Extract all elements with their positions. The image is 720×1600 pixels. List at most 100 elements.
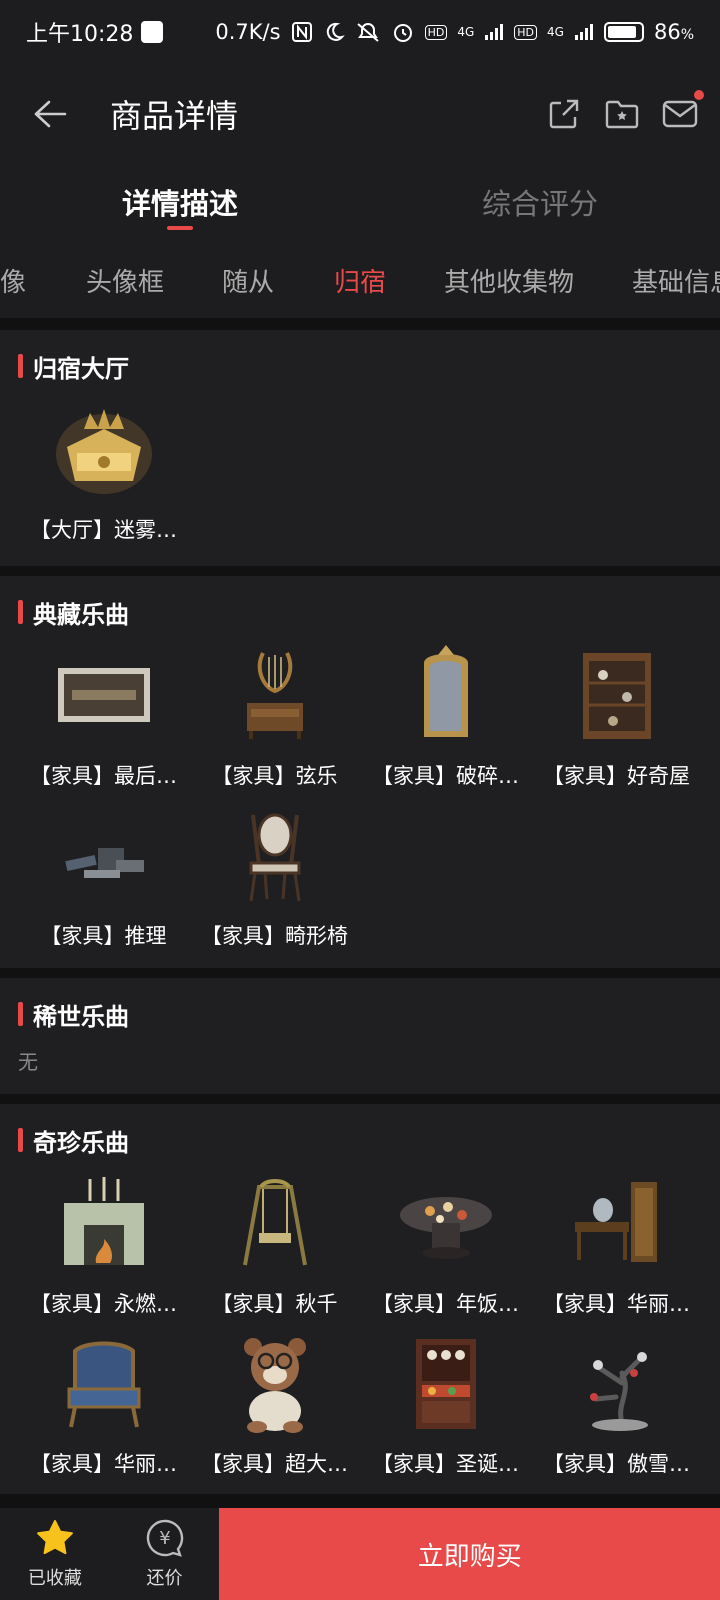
plum-tree-icon <box>562 1328 672 1438</box>
item-banquet[interactable]: 【家具】年饭… <box>360 1168 531 1328</box>
swing-icon <box>220 1168 330 1278</box>
section-title-text: 典藏乐曲 <box>33 600 129 629</box>
section-title-text: 稀世乐曲 <box>33 1002 129 1031</box>
banquet-table-icon <box>391 1168 501 1278</box>
tab-details[interactable]: 详情描述 <box>0 164 360 240</box>
item-xmas-cabinet[interactable]: 【家具】圣诞… <box>360 1328 531 1488</box>
favorite-label: 已收藏 <box>27 1568 82 1589</box>
share-icon <box>549 99 579 129</box>
moon-icon <box>323 21 345 43</box>
section-hall: 归宿大厅 【大厅】迷雾… <box>0 330 720 566</box>
signal-icon-2 <box>574 23 594 41</box>
item-books[interactable]: 【家具】推理 <box>18 800 189 960</box>
net-speed: 0.7K/s <box>215 20 281 44</box>
category-tabs: 像 头像框 随从 归宿 其他收集物 基础信息 <box>0 240 720 318</box>
item-lyre[interactable]: 【家具】弦乐 <box>189 640 360 800</box>
back-button[interactable] <box>20 84 80 144</box>
app-bar: 商品详情 <box>0 64 720 164</box>
unread-dot <box>694 90 704 100</box>
bargain-symbol: ¥ <box>159 1528 170 1549</box>
empty-text: 无 <box>18 1050 38 1074</box>
item-label: 【家具】畸形椅 <box>201 924 348 948</box>
lyre-cabinet-icon <box>220 640 330 750</box>
item-swing[interactable]: 【家具】秋千 <box>189 1168 360 1328</box>
golden-hall-icon <box>49 394 159 504</box>
item-label: 【家具】破碎… <box>372 764 519 788</box>
mirror-icon <box>391 640 501 750</box>
content-area: 归宿大厅 【大厅】迷雾… 典藏乐曲 【家具】最后… 【家具】弦乐 【家具】破碎…… <box>0 330 720 1504</box>
section-title: 奇珍乐曲 <box>18 1122 702 1158</box>
buy-now-button[interactable]: 立即购买 <box>219 1508 720 1600</box>
tab-rating[interactable]: 综合评分 <box>360 164 720 240</box>
nfc-icon <box>291 21 313 43</box>
item-vanity[interactable]: 【家具】华丽… <box>531 1168 702 1328</box>
item-label: 【家具】好奇屋 <box>543 764 690 788</box>
books-icon <box>49 800 159 910</box>
item-label: 【家具】华丽… <box>543 1292 690 1316</box>
item-label: 【家具】永燃… <box>30 1292 177 1316</box>
alarm-icon <box>391 20 415 44</box>
hd-badge: HD <box>424 24 448 40</box>
section-marker <box>18 354 23 378</box>
share-button[interactable] <box>544 94 584 134</box>
section-title: 归宿大厅 <box>18 348 702 384</box>
item-label: 【家具】秋千 <box>211 1292 338 1316</box>
notification-icon <box>141 21 164 43</box>
item-painting[interactable]: 【家具】最后… <box>18 640 189 800</box>
odd-chair-icon <box>220 800 330 910</box>
bear-plush-icon <box>220 1328 330 1438</box>
item-label: 【家具】推理 <box>40 924 167 948</box>
section-title-text: 奇珍乐曲 <box>33 1128 129 1157</box>
hd-badge-2: HD <box>514 24 538 40</box>
subtab-collectibles[interactable]: 其他收集物 <box>444 262 574 299</box>
page-title: 商品详情 <box>110 97 239 135</box>
subtab-avatar[interactable]: 像 <box>0 262 26 299</box>
section-rare: 稀世乐曲 无 <box>0 978 720 1094</box>
bargain-bubble-icon: ¥ <box>146 1519 183 1557</box>
subtab-residence[interactable]: 归宿 <box>334 262 386 299</box>
subtab-basic-info[interactable]: 基础信息 <box>632 262 720 299</box>
subtab-follower[interactable]: 随从 <box>222 262 274 299</box>
subtab-avatar-frame[interactable]: 头像框 <box>86 262 164 299</box>
item-bear[interactable]: 【家具】超大… <box>189 1328 360 1488</box>
section-exotic: 奇珍乐曲 【家具】永燃… 【家具】秋千 【家具】年饭… 【家具】华丽… 【家具】… <box>0 1104 720 1494</box>
folder-star-icon <box>605 100 639 129</box>
vanity-set-icon <box>562 1168 672 1278</box>
battery-value: 86 <box>653 20 681 44</box>
item-label: 【家具】年饭… <box>372 1292 519 1316</box>
item-label: 【家具】超大… <box>201 1452 348 1476</box>
christmas-cabinet-icon <box>391 1328 501 1438</box>
status-bar: 上午10:28 0.7K/s HD 4G HD 4G 86% <box>0 0 720 64</box>
item-label: 【家具】圣诞… <box>372 1452 519 1476</box>
fireplace-icon <box>49 1168 159 1278</box>
battery-fill <box>607 26 636 38</box>
item-label: 【大厅】迷雾… <box>30 518 177 542</box>
item-odd-chair[interactable]: 【家具】畸形椅 <box>189 800 360 960</box>
item-curio[interactable]: 【家具】好奇屋 <box>531 640 702 800</box>
item-label: 【家具】华丽… <box>30 1452 177 1476</box>
mute-icon <box>355 21 381 43</box>
curio-cabinet-icon <box>562 640 672 750</box>
message-button[interactable] <box>660 90 704 134</box>
folder-button[interactable] <box>602 94 642 134</box>
section-collection: 典藏乐曲 【家具】最后… 【家具】弦乐 【家具】破碎… 【家具】好奇屋 【家具】… <box>0 576 720 968</box>
back-arrow-icon <box>34 100 67 128</box>
item-fireplace[interactable]: 【家具】永燃… <box>18 1168 189 1328</box>
signal-icon <box>484 23 504 41</box>
section-marker <box>18 1128 23 1152</box>
bargain-button[interactable]: ¥ 还价 <box>110 1508 220 1600</box>
section-title-text: 归宿大厅 <box>33 354 129 383</box>
item-armchair[interactable]: 【家具】华丽… <box>18 1328 189 1488</box>
battery-unit: % <box>680 27 694 43</box>
item-plum-tree[interactable]: 【家具】傲雪… <box>531 1328 702 1488</box>
bottom-action-bar: 已收藏 ¥ 还价 立即购买 <box>0 1508 720 1600</box>
item-label: 【家具】傲雪… <box>543 1452 690 1476</box>
item-mirror[interactable]: 【家具】破碎… <box>360 640 531 800</box>
favorite-button[interactable]: 已收藏 <box>0 1508 110 1600</box>
item-label: 【家具】弦乐 <box>211 764 338 788</box>
clock: 上午10:28 <box>26 22 134 47</box>
signal-label-2: 4G <box>547 25 564 39</box>
section-marker <box>18 1002 23 1026</box>
item-label: 【家具】最后… <box>30 764 177 788</box>
item-hall[interactable]: 【大厅】迷雾… <box>18 394 189 554</box>
